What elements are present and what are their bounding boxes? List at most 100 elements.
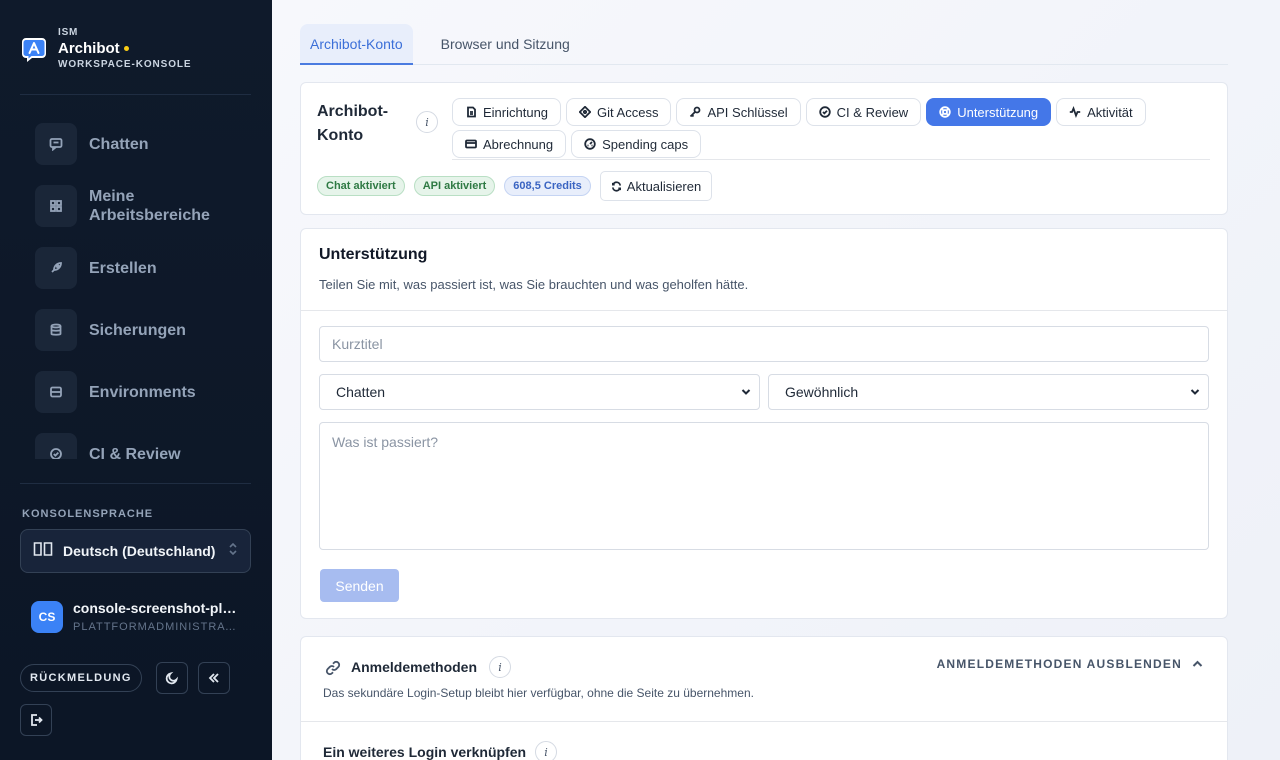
account-title: Archibot-Konto [317, 103, 389, 144]
brand-org: ISM [58, 27, 79, 38]
tab-activity[interactable]: Aktivität [1056, 98, 1146, 126]
tab-billing[interactable]: Abrechnung [452, 130, 567, 158]
chevrons-left-icon [208, 673, 219, 683]
brand-name: Archibot [58, 40, 120, 57]
chevron-up-icon [1192, 660, 1203, 667]
pill-label: Unterstützung [957, 104, 1039, 120]
language-value: Deutsch (Deutschland) [63, 543, 216, 559]
gauge-icon [584, 138, 596, 150]
chat-icon [35, 123, 77, 165]
tab-archibot-konto[interactable]: Archibot-Konto [300, 24, 413, 65]
feedback-button[interactable]: RÜCKMELDUNG [20, 664, 142, 692]
pill-label: Spending caps [602, 136, 689, 152]
divider [20, 94, 251, 95]
pill-label: API Schlüssel [707, 104, 788, 120]
link-login-title: Ein weiteres Login verknüpfen [323, 744, 527, 760]
tab-api-keys[interactable]: API Schlüssel [676, 98, 801, 126]
refresh-icon [611, 181, 621, 191]
info-icon[interactable]: i [416, 111, 438, 133]
chevron-down-icon [741, 389, 751, 395]
pill-label: Git Access [597, 104, 659, 120]
short-title-input[interactable]: Kurztitel [319, 326, 1209, 362]
chat-status-badge: Chat aktiviert [317, 176, 405, 196]
info-icon[interactable]: i [535, 741, 557, 760]
sidebar-item-label: Sicherungen [89, 321, 186, 339]
sidebar-item-label: CI & Review [89, 445, 181, 460]
refresh-button[interactable]: Aktualisieren [599, 171, 713, 201]
git-icon [579, 106, 592, 118]
chevron-updown-icon [228, 542, 238, 561]
main-content: Archibot-Konto Browser und Sitzung Archi… [272, 0, 1280, 760]
language-select[interactable]: Deutsch (Deutschland) [20, 529, 251, 573]
check-circle-icon [35, 433, 77, 459]
collapse-sidebar-button[interactable] [198, 662, 230, 694]
tab-spending-caps[interactable]: Spending caps [571, 130, 702, 158]
support-description: Teilen Sie mit, was passiert ist, was Si… [319, 277, 749, 292]
sidebar: ISM Archibot WORKSPACE-KONSOLE Chatten M… [0, 0, 272, 760]
sidebar-item-label: Meine Arbeitsbereiche [89, 188, 210, 224]
logout-icon [31, 714, 43, 726]
refresh-label: Aktualisieren [626, 178, 702, 194]
sidebar-item-label: Environments [89, 383, 196, 401]
tab-git-access[interactable]: Git Access [566, 98, 672, 126]
credits-badge: 608,5 Credits [504, 176, 591, 196]
login-methods-title: Anmeldemethoden [351, 659, 478, 675]
card-icon [465, 139, 477, 149]
message-textarea[interactable]: Was ist passiert? [319, 422, 1209, 550]
activity-icon [1069, 106, 1081, 118]
archibot-logo-icon [22, 38, 46, 62]
sidebar-item-erstellen[interactable]: Erstellen [20, 237, 252, 299]
priority-select-value: Gewöhnlich [785, 384, 859, 400]
area-select-value: Chatten [336, 384, 386, 400]
page-tabs: Archibot-Konto Browser und Sitzung [300, 24, 1228, 65]
sidebar-item-chatten[interactable]: Chatten [20, 113, 252, 175]
api-status-badge: API aktiviert [413, 176, 496, 196]
support-card: Unterstützung Teilen Sie mit, was passie… [300, 228, 1228, 619]
book-icon [33, 541, 53, 562]
check-circle-icon [818, 106, 831, 118]
tab-einrichtung[interactable]: Einrichtung [452, 98, 562, 126]
sidebar-item-label: Erstellen [89, 259, 157, 277]
lifebuoy-icon [939, 106, 951, 118]
divider [20, 483, 251, 484]
sidebar-item-label: Chatten [89, 135, 149, 153]
key-icon [690, 106, 701, 118]
area-select[interactable]: Chatten [319, 374, 760, 410]
tab-support[interactable]: Unterstützung [926, 98, 1052, 126]
language-section-label: KONSOLENSPRACHE [22, 508, 154, 520]
login-methods-header: Anmeldemethoden i ANMELDEMETHODEN AUSBLE… [301, 637, 1227, 722]
user-profile[interactable]: CS console-screenshot-platform-admin PLA… [31, 600, 246, 633]
support-header: Unterstützung Teilen Sie mit, was passie… [301, 229, 1227, 311]
priority-select[interactable]: Gewöhnlich [768, 374, 1209, 410]
chevron-down-icon [1190, 389, 1200, 395]
pill-label: CI & Review [836, 104, 909, 120]
theme-toggle-button[interactable] [156, 662, 188, 694]
hide-login-methods-label: ANMELDEMETHODEN AUSBLENDEN [936, 657, 1182, 671]
account-card: Archibot-Konto i Einrichtung Git Access … [300, 82, 1228, 215]
rocket-icon [35, 247, 77, 289]
login-methods-description: Das sekundäre Login-Setup bleibt hier ve… [323, 686, 754, 700]
grid-icon [35, 185, 77, 227]
login-methods-card: Anmeldemethoden i ANMELDEMETHODEN AUSBLE… [300, 636, 1228, 760]
send-button[interactable]: Senden [320, 569, 399, 602]
logout-button[interactable] [20, 704, 52, 736]
status-dot-icon [123, 46, 129, 51]
brand[interactable]: ISM Archibot WORKSPACE-KONSOLE [20, 28, 191, 70]
tab-browser-session[interactable]: Browser und Sitzung [431, 24, 580, 64]
link-icon [325, 660, 341, 681]
support-title: Unterstützung [319, 246, 428, 263]
brand-subtitle: WORKSPACE-KONSOLE [58, 59, 192, 70]
user-role: PLATTFORMADMINISTRATOR [73, 621, 243, 633]
status-badges: Chat aktiviert API aktiviert 608,5 Credi… [317, 171, 713, 201]
pill-label: Einrichtung [483, 104, 549, 120]
sidebar-item-sicherungen[interactable]: Sicherungen [20, 299, 252, 361]
tab-ci-review[interactable]: CI & Review [805, 98, 922, 126]
moon-icon [165, 671, 179, 685]
pill-label: Aktivität [1087, 104, 1133, 120]
sidebar-item-workspaces[interactable]: Meine Arbeitsbereiche [20, 175, 252, 237]
pill-label: Abrechnung [483, 136, 554, 152]
hide-login-methods-button[interactable]: ANMELDEMETHODEN AUSBLENDEN [937, 657, 1203, 671]
info-icon[interactable]: i [489, 656, 511, 678]
sidebar-item-ci-review[interactable]: CI & Review [20, 423, 252, 459]
sidebar-item-environments[interactable]: Environments [20, 361, 252, 423]
